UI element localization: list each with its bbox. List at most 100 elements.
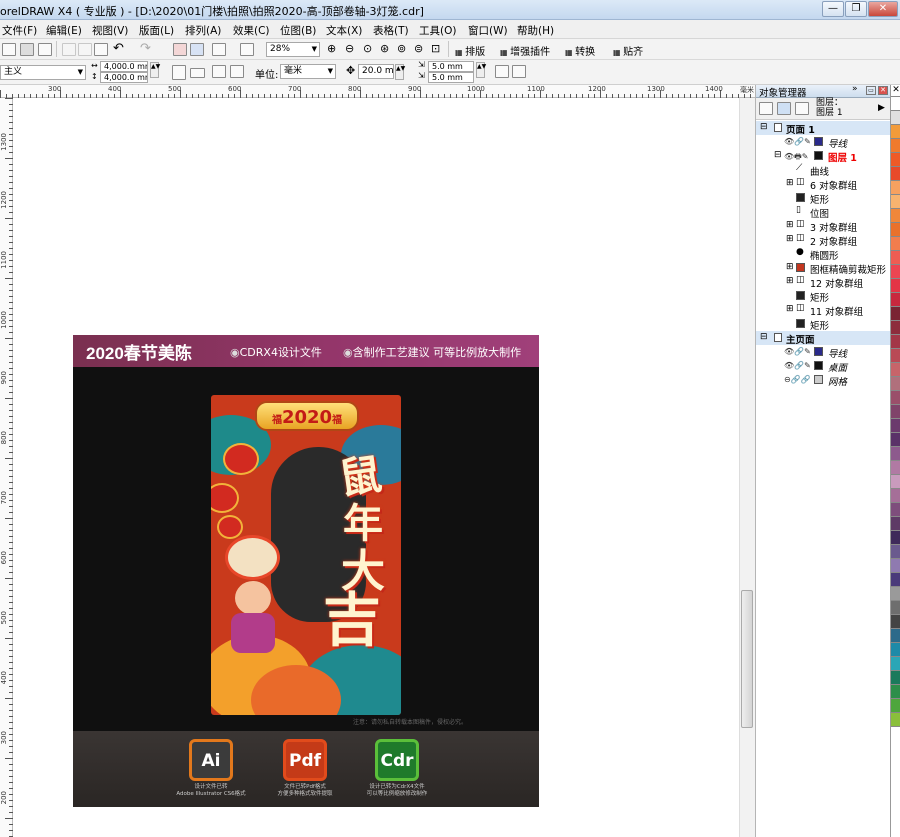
palette-swatch[interactable] <box>891 251 900 265</box>
expand-toggle[interactable]: ⊞ <box>786 262 794 272</box>
palette-swatch[interactable] <box>891 601 900 615</box>
duplicate-spinner[interactable]: ▲▼ <box>476 62 486 78</box>
palette-swatch[interactable] <box>891 419 900 433</box>
palette-swatch[interactable] <box>891 181 900 195</box>
menu-item[interactable]: 帮助(H) <box>517 23 554 38</box>
tree-row[interactable]: ⊟ 👁🖶✎ 图层 1 <box>756 149 891 164</box>
menu-item[interactable]: 工具(O) <box>419 23 456 38</box>
nudge-field[interactable]: 20.0 mm <box>358 64 394 79</box>
palette-swatch[interactable] <box>891 657 900 671</box>
panel-minimize-icon[interactable]: ▭ <box>866 86 876 95</box>
zoom-out-icon[interactable]: ⊖ <box>345 42 354 55</box>
palette-swatch[interactable] <box>891 433 900 447</box>
menu-item[interactable]: 效果(C) <box>233 23 270 38</box>
zoom-select[interactable]: 28% <box>266 42 320 57</box>
palette-swatch[interactable] <box>891 531 900 545</box>
palette-swatch[interactable] <box>891 461 900 475</box>
tree-row[interactable]: ⊞ ◫ 12 对象群组 <box>756 275 891 290</box>
palette-swatch[interactable] <box>891 629 900 643</box>
duplicate-x-field[interactable]: 5.0 mm <box>428 61 474 72</box>
unit-select[interactable]: 毫米 <box>280 64 336 79</box>
palette-swatch[interactable] <box>891 559 900 573</box>
panel-expand-icon[interactable]: » <box>852 84 858 94</box>
menu-item[interactable]: 版面(L) <box>139 23 174 38</box>
tree-row[interactable]: ⊞ ◫ 11 对象群组 <box>756 303 891 318</box>
cut-icon[interactable] <box>62 43 76 56</box>
tree-row[interactable]: ▯ 位图 <box>756 205 891 220</box>
palette-swatch[interactable] <box>891 195 900 209</box>
print-icon[interactable] <box>38 43 52 56</box>
menu-item[interactable]: 位图(B) <box>280 23 316 38</box>
palette-swatch[interactable] <box>891 293 900 307</box>
tree-row[interactable]: ⊞ ◫ 3 对象群组 <box>756 219 891 234</box>
zoom-in-icon[interactable]: ⊕ <box>327 42 336 55</box>
plugin-layout[interactable]: ▦ 排版 <box>455 43 485 58</box>
palette-swatch[interactable] <box>891 685 900 699</box>
duplicate-y-field[interactable]: 5.0 mm <box>428 72 474 83</box>
nudge-spinner[interactable]: ▲▼ <box>395 64 405 80</box>
palette-swatch[interactable] <box>891 447 900 461</box>
palette-swatch[interactable] <box>891 363 900 377</box>
menu-item[interactable]: 文本(X) <box>326 23 362 38</box>
expand-toggle[interactable]: ⊟ <box>760 122 768 132</box>
size-spinner[interactable]: ▲▼ <box>150 62 160 78</box>
menu-item[interactable]: 表格(T) <box>373 23 409 38</box>
palette-swatch[interactable] <box>891 97 900 111</box>
palette-swatch[interactable] <box>891 125 900 139</box>
palette-swatch[interactable] <box>891 713 900 727</box>
tree-row[interactable]: 矩形 <box>756 317 891 332</box>
minimize-button[interactable]: — <box>822 1 844 17</box>
scrollbar-thumb[interactable] <box>741 590 753 728</box>
plugin-snap[interactable]: ▦ 贴齐 <box>613 43 643 58</box>
tree-row[interactable]: 矩形 <box>756 289 891 304</box>
new-icon[interactable] <box>2 43 16 56</box>
palette-swatch[interactable] <box>891 279 900 293</box>
menu-item[interactable]: 排列(A) <box>185 23 221 38</box>
menu-item[interactable]: 编辑(E) <box>46 23 82 38</box>
palette-swatch[interactable] <box>891 489 900 503</box>
zoom-width-icon[interactable]: ⊜ <box>414 42 423 55</box>
palette-swatch[interactable] <box>891 335 900 349</box>
plugin-enhance[interactable]: ▦ 增强插件 <box>500 43 550 58</box>
paste-icon[interactable] <box>94 43 108 56</box>
palette-swatch[interactable] <box>891 237 900 251</box>
expand-toggle[interactable]: ⊞ <box>786 234 794 244</box>
palette-swatch[interactable] <box>891 573 900 587</box>
zoom-height-icon[interactable]: ⊡ <box>431 42 440 55</box>
palette-swatch[interactable] <box>891 153 900 167</box>
import-icon[interactable] <box>173 43 187 56</box>
palette-swatch[interactable] <box>891 139 900 153</box>
options-icon[interactable] <box>512 65 526 78</box>
tree-row[interactable]: ⊞ ◫ 2 对象群组 <box>756 233 891 248</box>
copy-icon[interactable] <box>78 43 92 56</box>
undo-icon[interactable]: ↶ <box>113 41 124 56</box>
tree-row[interactable]: 👁🔗✎ 导线 <box>756 345 891 360</box>
palette-swatch[interactable] <box>891 377 900 391</box>
visibility-icons[interactable]: ⊖🔗🔗 <box>784 375 811 384</box>
page-width-field[interactable]: 4,000.0 mm <box>100 61 148 72</box>
palette-swatch[interactable] <box>891 265 900 279</box>
visibility-icons[interactable]: 👁🔗✎ <box>784 347 811 356</box>
palette-swatch[interactable] <box>891 615 900 629</box>
welcome-icon[interactable] <box>240 43 254 56</box>
expand-toggle[interactable]: ⊟ <box>774 150 782 160</box>
landscape-icon[interactable] <box>190 68 205 78</box>
menu-item[interactable]: 视图(V) <box>92 23 128 38</box>
menu-item[interactable]: 窗口(W) <box>468 23 508 38</box>
tree-row[interactable]: 矩形 <box>756 191 891 206</box>
restore-button[interactable]: ❐ <box>845 1 867 17</box>
app-launcher-icon[interactable] <box>212 43 226 56</box>
panel-flyout-icon[interactable]: ▶ <box>878 103 885 113</box>
tree-row[interactable]: ⊟ 页面 1 <box>756 121 891 136</box>
page-height-field[interactable]: 4,000.0 mm <box>100 72 148 83</box>
palette-swatch[interactable] <box>891 209 900 223</box>
zoom-page-icon[interactable]: ⊚ <box>397 42 406 55</box>
palette-swatch[interactable] <box>891 545 900 559</box>
palette-swatch[interactable] <box>891 587 900 601</box>
show-properties-icon[interactable] <box>759 102 773 115</box>
treat-as-filled-icon[interactable] <box>495 65 509 78</box>
redo-icon[interactable]: ↷ <box>140 41 151 56</box>
expand-toggle[interactable]: ⊟ <box>760 332 768 342</box>
zoom-selected-icon[interactable]: ⊙ <box>363 42 372 55</box>
export-icon[interactable] <box>190 43 204 56</box>
